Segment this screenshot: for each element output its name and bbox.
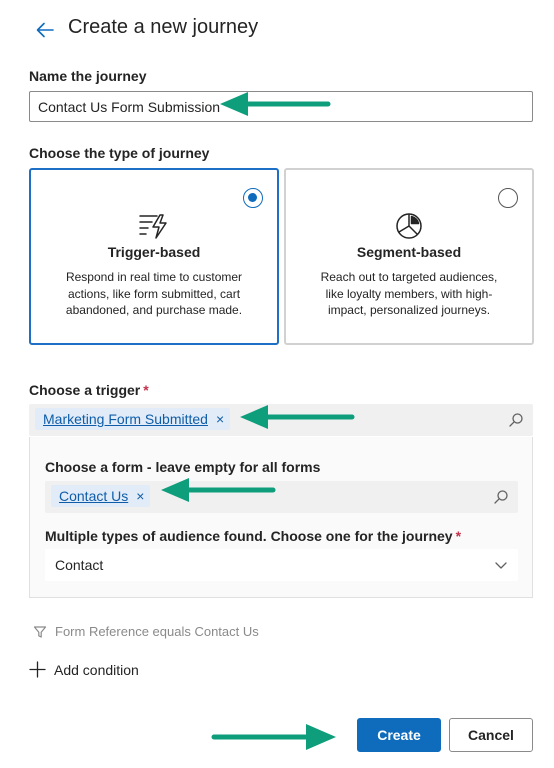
choose-trigger-label: Choose a trigger * <box>29 382 149 398</box>
annotation-arrow <box>211 724 336 750</box>
filter-text: Form Reference equals Contact Us <box>55 624 259 639</box>
remove-form-icon[interactable]: × <box>136 489 144 503</box>
choose-form-label: Choose a form - leave empty for all form… <box>45 459 321 475</box>
trigger-lightning-icon <box>139 214 167 239</box>
audience-select-value: Contact <box>55 557 104 573</box>
search-icon[interactable] <box>508 412 524 428</box>
add-condition-button[interactable]: Add condition <box>29 661 139 678</box>
segment-based-description: Reach out to targeted audiences, like lo… <box>320 270 498 317</box>
form-chip[interactable]: Contact Us × <box>51 485 151 507</box>
annotation-arrow <box>161 478 276 502</box>
trigger-based-title: Trigger-based <box>107 244 201 260</box>
journey-type-label: Choose the type of journey <box>29 145 210 161</box>
chevron-down-icon[interactable] <box>494 558 508 572</box>
cancel-button[interactable]: Cancel <box>449 718 533 752</box>
page-title: Create a new journey <box>68 16 259 38</box>
create-button[interactable]: Create <box>357 718 441 752</box>
filter-summary: Form Reference equals Contact Us <box>33 624 259 639</box>
choose-trigger-text: Choose a trigger <box>29 382 141 398</box>
annotation-arrow <box>220 92 331 116</box>
name-journey-label: Name the journey <box>29 68 147 84</box>
pie-chart-icon <box>396 213 422 239</box>
arrow-left-icon[interactable] <box>34 19 56 41</box>
filter-icon <box>33 625 47 638</box>
audience-select[interactable]: Contact <box>45 549 518 581</box>
segment-based-radio[interactable] <box>498 188 518 208</box>
required-mark: * <box>455 528 462 544</box>
trigger-based-card[interactable]: Trigger-based Respond in real time to cu… <box>29 168 279 345</box>
remove-trigger-icon[interactable]: × <box>216 412 224 426</box>
annotation-arrow <box>240 405 355 429</box>
trigger-settings-panel: Choose a form - leave empty for all form… <box>29 437 533 598</box>
audience-label: Multiple types of audience found. Choose… <box>45 528 461 544</box>
trigger-chip[interactable]: Marketing Form Submitted × <box>35 408 231 430</box>
plus-icon <box>29 661 46 678</box>
form-chip-label[interactable]: Contact Us <box>59 488 128 504</box>
trigger-based-description: Respond in real time to customer actions… <box>65 270 243 317</box>
required-mark: * <box>143 382 149 398</box>
segment-based-card[interactable]: Segment-based Reach out to targeted audi… <box>284 168 534 345</box>
add-condition-label: Add condition <box>54 661 139 678</box>
trigger-chip-label[interactable]: Marketing Form Submitted <box>43 411 208 427</box>
audience-label-text: Multiple types of audience found. Choose… <box>45 528 453 544</box>
search-icon[interactable] <box>493 489 509 505</box>
form-picker[interactable]: Contact Us × <box>45 481 518 513</box>
trigger-based-radio[interactable] <box>243 188 263 208</box>
segment-based-title: Segment-based <box>356 244 462 260</box>
